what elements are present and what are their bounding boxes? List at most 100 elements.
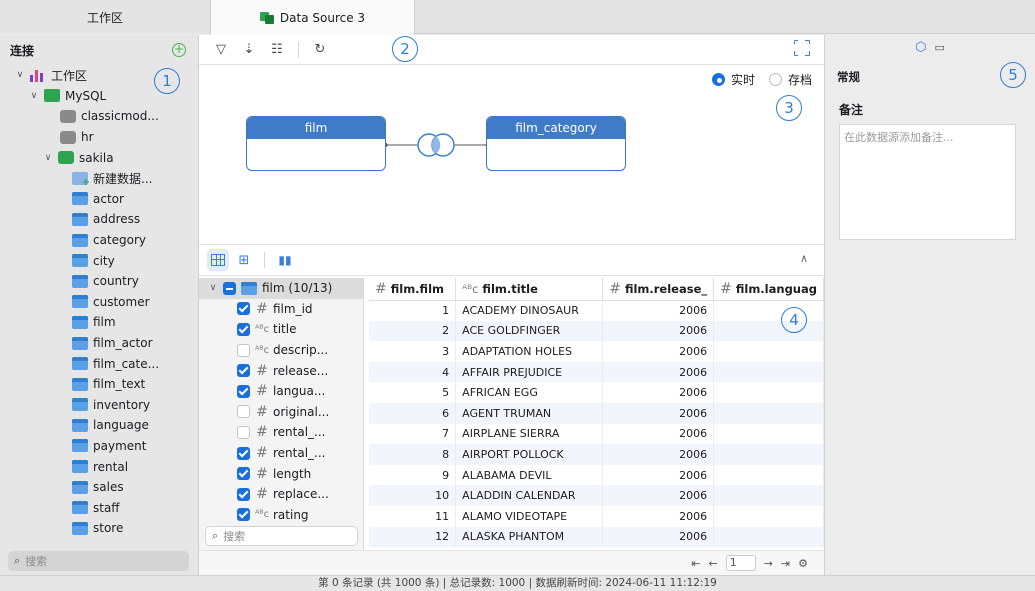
checkbox-checked[interactable] (237, 384, 250, 398)
column-header[interactable]: # film.languag (713, 278, 824, 301)
sidebar-search-input[interactable]: ⌕ 搜索 (8, 551, 189, 571)
tree-item-table[interactable]: country (0, 271, 198, 292)
tree-item-table[interactable]: sales (0, 477, 198, 498)
tree-item-table[interactable]: inventory (0, 395, 198, 416)
table-row[interactable]: 4 AFFAIR PREJUDICE 2006 (369, 361, 824, 383)
next-page-icon[interactable]: → (764, 557, 773, 570)
chevron-up-icon[interactable]: ∧ (800, 252, 808, 265)
number-type-icon: # (609, 280, 621, 297)
table-row[interactable]: 12 ALASKA PHANTOM 2006 (369, 526, 824, 548)
table-node-film-category[interactable]: film_category (486, 116, 626, 171)
page-number-input[interactable]: 1 (725, 555, 756, 571)
prev-page-icon[interactable]: ← (708, 557, 717, 570)
checkbox-checked[interactable] (237, 487, 250, 501)
tree-item-table[interactable]: staff (0, 497, 198, 518)
tree-item-table[interactable]: actor (0, 189, 198, 210)
table-cell (713, 402, 824, 424)
checkbox-checked[interactable] (237, 302, 250, 316)
column-header[interactable]: # film.release_ (602, 278, 715, 301)
field-root-film[interactable]: ∨ film (10/13) (199, 278, 363, 299)
table-row[interactable]: 2 ACE GOLDFINGER 2006 (369, 320, 824, 342)
table-row[interactable]: 3 ADAPTATION HOLES 2006 (369, 341, 824, 362)
column-settings-icon[interactable]: ▭ (934, 41, 944, 54)
table-cell (713, 526, 824, 548)
table-settings-button[interactable]: ⊞ (233, 249, 255, 271)
tree-item-table[interactable]: film (0, 312, 198, 333)
checkbox-partial[interactable] (223, 281, 236, 295)
field-search-input[interactable]: ⌕ 搜索 (205, 526, 358, 546)
field-list: ∨ film (10/13) # film_id ᴬᴮc title ᴬᴮc descri… (199, 278, 364, 550)
cube-icon[interactable]: ⬡ (915, 40, 926, 55)
checkbox-checked[interactable] (237, 322, 250, 336)
checkbox-unchecked[interactable] (237, 425, 250, 439)
checkbox-checked[interactable] (237, 508, 250, 522)
field-item[interactable]: # replace... (199, 484, 363, 505)
field-item[interactable]: ᴬᴮc descrip... (199, 340, 363, 361)
checkbox-unchecked[interactable] (237, 405, 250, 419)
database-icon (60, 109, 76, 123)
column-header[interactable]: # film.film (369, 278, 457, 301)
field-item[interactable]: ᴬᴮc title (199, 319, 363, 340)
tree-item-label: 新建数据... (93, 171, 153, 186)
chevron-down-icon[interactable]: ∨ (28, 91, 40, 101)
table-row[interactable]: 1 ACADEMY DINOSAUR 2006 (369, 300, 824, 321)
sort-icon[interactable]: ⇣ (237, 39, 261, 61)
fullscreen-icon[interactable] (793, 39, 810, 56)
grid-view-button[interactable] (207, 249, 229, 271)
checkbox-unchecked[interactable] (237, 343, 250, 357)
table-node-film[interactable]: film (246, 116, 386, 171)
tree-item-new-datasource[interactable]: 新建数据... (0, 168, 198, 189)
checkbox-checked[interactable] (237, 446, 250, 460)
tree-item-database[interactable]: classicmod... (0, 106, 198, 127)
tree-item-table[interactable]: film_actor (0, 333, 198, 354)
table-cell: 4 (369, 361, 457, 383)
tree-item-table[interactable]: payment (0, 436, 198, 457)
table-row[interactable]: 6 AGENT TRUMAN 2006 (369, 402, 824, 424)
add-connection-icon[interactable]: + (172, 43, 186, 57)
field-item[interactable]: # original... (199, 402, 363, 423)
table-row[interactable]: 9 ALABAMA DEVIL 2006 (369, 464, 824, 486)
column-header[interactable]: ᴬᴮc film.title (455, 278, 604, 301)
refresh-icon[interactable]: ↻ (308, 39, 332, 61)
table-row[interactable]: 10 ALADDIN CALENDAR 2006 (369, 485, 824, 506)
chevron-down-icon[interactable]: ∨ (42, 153, 54, 163)
tree-item-table[interactable]: city (0, 250, 198, 271)
field-list-icon[interactable]: ☷ (265, 39, 289, 61)
tree-item-table[interactable]: category (0, 230, 198, 251)
table-row[interactable]: 11 ALAMO VIDEOTAPE 2006 (369, 505, 824, 527)
tree-item-database[interactable]: hr (0, 127, 198, 148)
field-item[interactable]: # film_id (199, 299, 363, 320)
tree-item-table[interactable]: film_text (0, 374, 198, 395)
last-page-icon[interactable]: ⇥ (781, 557, 790, 570)
tab-data-source[interactable]: Data Source 3 (211, 0, 415, 35)
tree-item-table[interactable]: address (0, 209, 198, 230)
first-page-icon[interactable]: ⇤ (691, 557, 700, 570)
filter-icon[interactable]: ▽ (209, 39, 233, 61)
tree-item-table[interactable]: rental (0, 456, 198, 477)
profile-button[interactable]: ▮▮ (274, 249, 296, 271)
gear-icon[interactable]: ⚙ (798, 557, 808, 570)
field-item[interactable]: # release... (199, 360, 363, 381)
field-item[interactable]: # length (199, 463, 363, 484)
checkbox-checked[interactable] (237, 364, 250, 378)
chevron-down-icon[interactable]: ∨ (14, 70, 26, 80)
field-item[interactable]: # langua... (199, 381, 363, 402)
checkbox-checked[interactable] (237, 467, 250, 481)
table-row[interactable]: 7 AIRPLANE SIERRA 2006 (369, 423, 824, 445)
chevron-down-icon[interactable]: ∨ (207, 283, 219, 293)
table-row[interactable]: 8 AIRPORT POLLOCK 2006 (369, 444, 824, 465)
table-row[interactable]: 5 AFRICAN EGG 2006 (369, 382, 824, 403)
field-item[interactable]: ᴬᴮc rating (199, 505, 363, 526)
table-cell: 9 (369, 464, 457, 486)
inner-join-icon[interactable] (417, 133, 455, 157)
tree-item-table[interactable]: film_cate... (0, 353, 198, 374)
field-item[interactable]: # rental_... (199, 443, 363, 464)
notes-textarea[interactable]: 在此数据源添加备注... (839, 124, 1016, 240)
tree-item-sakila[interactable]: ∨ sakila (0, 147, 198, 168)
field-item[interactable]: # rental_... (199, 422, 363, 443)
tree-item-table[interactable]: customer (0, 292, 198, 313)
tree-item-table[interactable]: store (0, 518, 198, 539)
tree-item-table[interactable]: language (0, 415, 198, 436)
tab-workspace[interactable]: 工作区 (0, 0, 211, 34)
search-placeholder: 搜索 (223, 530, 246, 543)
